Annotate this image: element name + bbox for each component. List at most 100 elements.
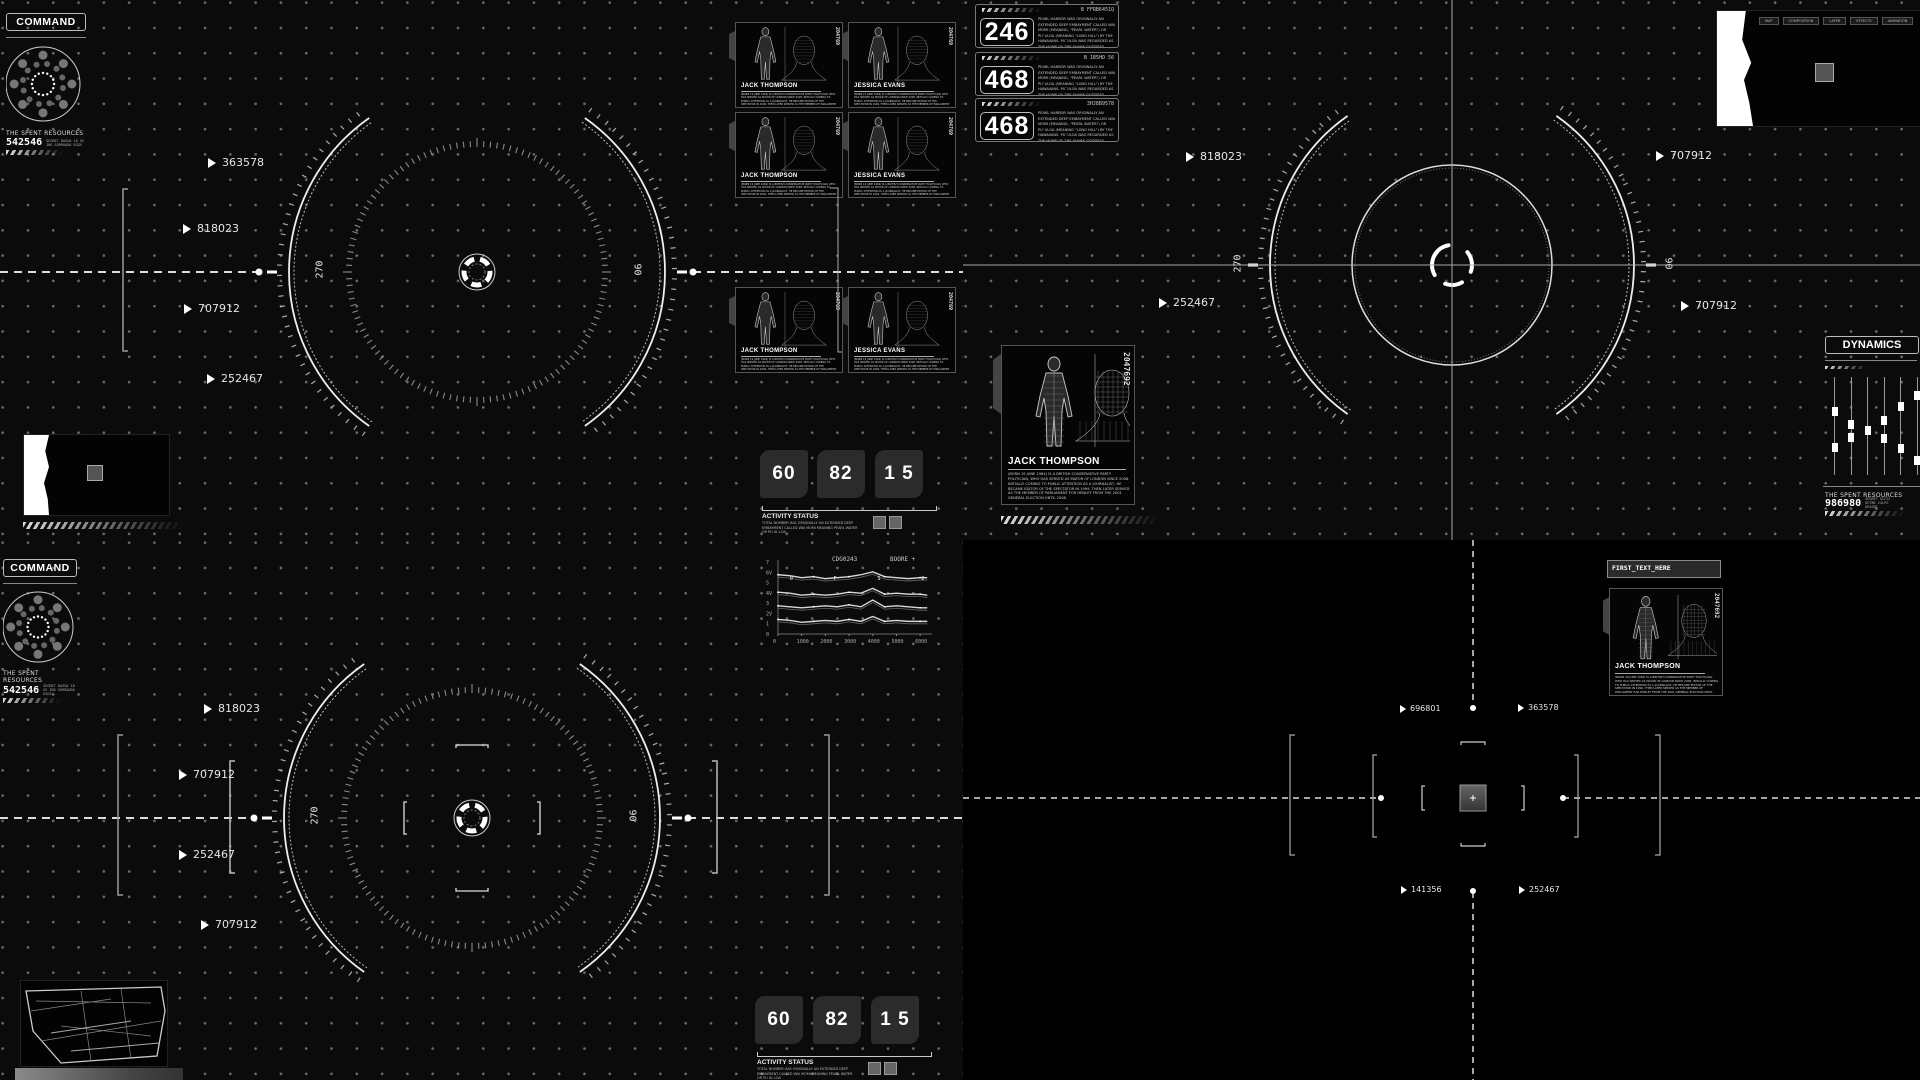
tick [1613,164,1619,169]
inner-tick [576,885,583,890]
data-point [919,620,922,623]
slider-knob[interactable] [1848,433,1854,443]
tick [342,664,348,670]
target-marker[interactable]: 696801 [1400,704,1441,713]
tick [652,742,658,746]
tick [1268,325,1274,329]
tick [1632,319,1638,323]
slider-knob[interactable] [1897,401,1904,411]
series-line-s2 [777,587,928,596]
inner-tick [349,770,356,774]
tick [305,926,311,931]
inner-tick [352,764,359,768]
status-box[interactable] [873,516,886,529]
profile-card[interactable]: 2047692 JACK THOMPSON (BORN 19 JUNE 1964… [1603,588,1723,696]
status-box[interactable] [868,1062,881,1075]
map-tab[interactable]: LAYER [1823,17,1847,25]
map-thumbnail[interactable]: MAP COMPOSITION LAYER EFFECTS ANIMATION [1716,10,1920,127]
play-icon [1681,300,1689,311]
slider-knob[interactable] [1881,434,1887,444]
target-marker[interactable]: 707912 [179,768,235,781]
inner-tick [516,695,520,702]
inner-tick [555,910,561,916]
target-marker[interactable]: 252467 [179,848,235,861]
inner-tick [497,940,500,947]
inner-tick [457,942,460,949]
tick [620,688,626,694]
slider-knob[interactable] [1881,415,1887,425]
y-tick-label: 2V [766,611,772,617]
quadrant-top-left: COMMAND THE SPENT RESOURCES 542546 SEGRET… [0,0,963,540]
inner-tick [559,905,566,912]
tick [643,723,649,727]
series-marker: 0 [790,576,793,582]
first-text-field[interactable]: FIRST_TEXT_HERE [1607,560,1721,578]
counter-box: 1 5 [871,996,919,1044]
play-icon [1159,297,1167,308]
inner-tick [534,704,538,711]
inner-tick [418,931,422,938]
map-tab[interactable]: MAP [1759,17,1779,25]
tick [665,844,671,847]
map-tab[interactable]: EFFECTS [1850,17,1878,25]
target-marker[interactable]: 363578 [1518,703,1559,712]
map-thumbnail[interactable] [23,434,170,516]
dynamics-slider[interactable] [1831,377,1838,475]
inner-tick [564,729,570,735]
target-marker[interactable]: 141356 [1401,885,1442,894]
tick [1259,237,1265,240]
status-box[interactable] [884,1062,897,1075]
dynamics-slider[interactable] [1914,377,1920,475]
target-marker[interactable]: 252467 [1519,885,1560,894]
hatch-bar [1001,516,1161,524]
tick [1324,407,1329,412]
play-icon [201,919,209,930]
inner-tick [342,796,349,799]
target-marker[interactable]: 818023 [204,702,260,715]
profile-card[interactable]: 2047692 JACK THOMPSON (BORN 19 JUNE 1964… [993,345,1135,505]
divider [1615,673,1705,674]
tick [1594,388,1599,393]
inner-tick [343,790,350,793]
dynamics-slider[interactable] [1897,377,1904,475]
inner-tick [352,868,359,872]
data-point [919,606,922,609]
inner-tick [418,698,422,705]
tick [1326,116,1331,121]
slider-knob[interactable] [1831,406,1838,416]
slider-knob[interactable] [1914,455,1920,465]
series-marker: F [834,576,837,582]
slider-knob[interactable] [1914,391,1920,401]
target-marker[interactable]: 252467 [1159,296,1215,309]
dynamics-slider[interactable] [1881,377,1887,475]
tick [1280,353,1286,357]
panel-value: 468 [980,112,1034,140]
dynamics-slider[interactable] [1848,377,1854,475]
inner-tick [576,746,583,751]
map-tab[interactable]: COMPOSITION [1782,17,1820,25]
target-marker[interactable]: 707912 [201,918,257,931]
slider-knob[interactable] [1848,419,1854,429]
target-marker[interactable]: 707912 [1681,299,1737,312]
inner-tick [358,752,365,756]
slider-knob[interactable] [1864,426,1871,436]
tick [1625,338,1631,342]
city-map-thumbnail[interactable] [20,980,168,1067]
activity-status-text: TOTAL NUMBER HAS ORIGINALLY AN EXTENDED … [757,1067,853,1080]
slider-knob[interactable] [1831,443,1838,453]
panel-value: 468 [980,66,1034,94]
tick [596,966,602,972]
target-marker[interactable]: 707912 [1656,149,1712,162]
map-tab[interactable]: ANIMATION [1881,17,1914,25]
slider-knob[interactable] [1897,444,1904,454]
tick [1259,287,1265,290]
inner-tick [592,783,599,787]
tick [1608,156,1614,160]
inner-tick [412,701,416,707]
tick [1639,240,1645,243]
status-box[interactable] [889,516,902,529]
tick [1303,386,1308,391]
dynamics-slider[interactable] [1864,377,1871,475]
target-marker[interactable]: 818023 [1186,150,1242,163]
tick [302,711,307,716]
